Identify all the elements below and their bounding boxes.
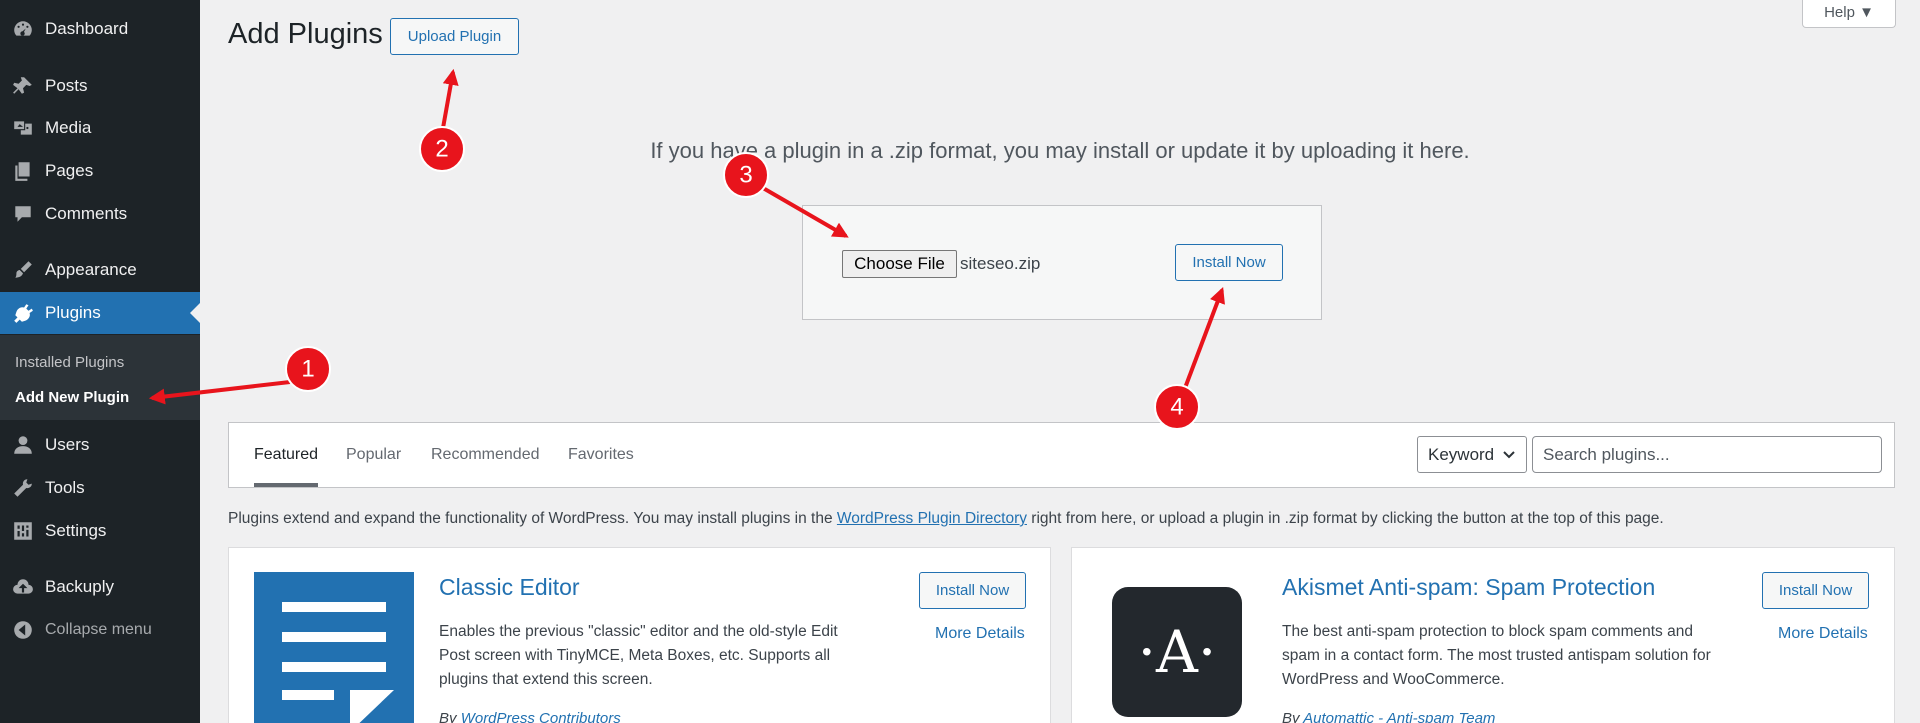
choose-file-button[interactable]: Choose File: [842, 250, 957, 278]
pin-icon: [10, 73, 36, 99]
submenu-installed-plugins[interactable]: Installed Plugins: [15, 354, 124, 371]
annotation-number-3: 3: [739, 162, 752, 189]
plugins-submenu: Installed Plugins Add New Plugin: [0, 335, 200, 420]
sidebar-item-label: Users: [45, 435, 90, 454]
dashboard-icon: [10, 16, 36, 42]
sidebar-item-label: Posts: [45, 76, 88, 95]
akismet-logo-letter: ·A·: [1137, 618, 1217, 686]
pages-icon: [10, 158, 36, 184]
selected-file-name: siteseo.zip: [960, 254, 1041, 273]
sidebar-item-backuply[interactable]: Backuply: [0, 566, 200, 608]
annotation-number-4: 4: [1170, 394, 1183, 421]
search-type-select[interactable]: Keyword: [1417, 436, 1527, 473]
sidebar-item-label: Settings: [45, 521, 107, 540]
collapse-menu-label: Collapse menu: [45, 621, 152, 638]
media-icon: [10, 115, 36, 141]
plugin-author-prefix: By: [1282, 710, 1304, 723]
cloud-upload-icon: [10, 574, 36, 600]
plugin-icon: [10, 300, 36, 326]
brush-icon: [10, 257, 36, 283]
plugin-author: By Automattic - Anti-spam Team: [1282, 710, 1495, 723]
plugin-author-link[interactable]: WordPress Contributors: [461, 710, 621, 723]
admin-sidebar: Dashboard Posts Media Pages Comments App…: [0, 0, 200, 723]
sidebar-item-users[interactable]: Users: [0, 424, 200, 466]
sidebar-item-label: Pages: [45, 161, 94, 180]
annotation-arrow-2: [441, 68, 459, 129]
tab-recommended[interactable]: Recommended: [431, 446, 540, 464]
sidebar-item-label: Appearance: [45, 260, 137, 279]
sidebar-item-dashboard[interactable]: Dashboard: [0, 8, 200, 50]
plugin-filter-bar: Featured Popular Recommended Favorites K…: [228, 422, 1895, 488]
sidebar-item-posts[interactable]: Posts: [0, 65, 200, 107]
sidebar-item-label: Dashboard: [45, 19, 129, 38]
sidebar-item-plugins[interactable]: Plugins: [0, 292, 200, 334]
install-now-button[interactable]: Install Now: [1175, 244, 1283, 281]
annotation-number-1: 1: [301, 356, 314, 383]
submenu-add-new-plugin[interactable]: Add New Plugin: [15, 389, 129, 406]
tab-popular[interactable]: Popular: [346, 446, 401, 464]
upload-plugin-button[interactable]: Upload Plugin: [390, 18, 519, 55]
user-icon: [10, 432, 36, 458]
card-install-now-button[interactable]: Install Now: [919, 572, 1026, 609]
comment-icon: [10, 201, 36, 227]
sidebar-item-label: Media: [45, 118, 92, 137]
upload-form: Choose File siteseo.zip Install Now: [802, 205, 1322, 320]
sidebar-item-comments[interactable]: Comments: [0, 193, 200, 235]
classic-editor-thumbnail-icon[interactable]: [254, 572, 414, 723]
search-type-value: Keyword: [1428, 444, 1495, 464]
help-tab-button[interactable]: Help ▼: [1802, 0, 1896, 28]
plugin-description: The best anti-spam protection to block s…: [1282, 623, 1711, 688]
sidebar-item-settings[interactable]: Settings: [0, 510, 200, 552]
sidebar-item-media[interactable]: Media: [0, 107, 200, 149]
sidebar-item-label: Tools: [45, 478, 85, 497]
tab-featured[interactable]: Featured: [254, 446, 319, 487]
plugin-name-link[interactable]: Akismet Anti-spam: Spam Protection: [1282, 574, 1655, 601]
upload-description: If you have a plugin in a .zip format, y…: [650, 138, 1470, 163]
intro-text-after: right from here, or upload a plugin in .…: [1027, 510, 1664, 527]
plugin-author-link[interactable]: Automattic - Anti-spam Team: [1303, 710, 1495, 723]
intro-text-before: Plugins extend and expand the functional…: [228, 510, 837, 527]
collapse-arrow-icon: [10, 617, 36, 643]
sidebar-item-appearance[interactable]: Appearance: [0, 249, 200, 291]
sidebar-item-tools[interactable]: Tools: [0, 467, 200, 509]
plugin-card-akismet: ·A· Akismet Anti-spam: Spam Protection T…: [1071, 547, 1895, 723]
intro-text: Plugins extend and expand the functional…: [228, 510, 1664, 528]
plugin-directory-link[interactable]: WordPress Plugin Directory: [837, 510, 1027, 527]
collapse-menu-button[interactable]: Collapse menu: [0, 609, 200, 651]
more-details-link[interactable]: More Details: [935, 625, 1025, 643]
plugin-name-link[interactable]: Classic Editor: [439, 574, 580, 601]
plugin-description: Enables the previous "classic" editor an…: [439, 623, 838, 688]
plugin-card-classic-editor: Classic Editor Enables the previous "cla…: [228, 547, 1051, 723]
wrench-icon: [10, 475, 36, 501]
sidebar-item-label: Comments: [45, 204, 128, 223]
annotation-badge-1: [285, 346, 331, 392]
akismet-thumbnail[interactable]: ·A·: [1097, 572, 1257, 723]
more-details-link[interactable]: More Details: [1778, 625, 1868, 643]
sidebar-item-label: Plugins: [45, 303, 101, 322]
chevron-down-icon: [1502, 446, 1516, 466]
sidebar-item-pages[interactable]: Pages: [0, 150, 200, 192]
akismet-logo-icon: ·A·: [1112, 587, 1242, 717]
tab-favorites[interactable]: Favorites: [568, 446, 634, 464]
card-install-now-button[interactable]: Install Now: [1762, 572, 1869, 609]
search-plugins-input[interactable]: [1532, 436, 1882, 473]
settings-icon: [10, 518, 36, 544]
plugin-author-prefix: By: [439, 710, 461, 723]
sidebar-item-label: Backuply: [45, 577, 114, 596]
plugin-author: By WordPress Contributors: [439, 710, 621, 723]
page-title: Add Plugins: [228, 18, 383, 50]
